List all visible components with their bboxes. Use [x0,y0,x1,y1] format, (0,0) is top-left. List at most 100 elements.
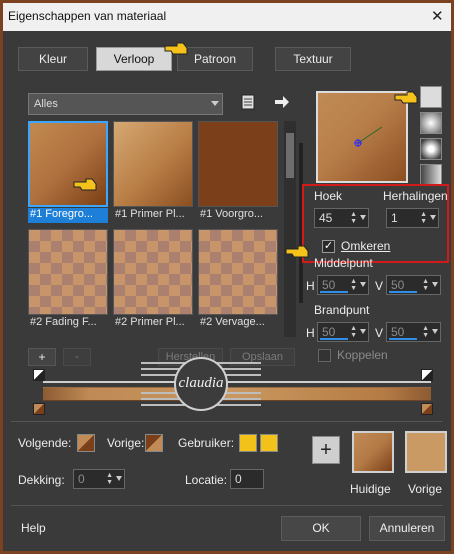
gebruiker-swatch-1[interactable] [239,434,257,452]
dekking-input[interactable]: 0 ▲ ▼ [73,469,125,489]
linear-style-button[interactable] [420,86,442,108]
tab-kleur[interactable]: Kleur [18,47,88,71]
list-item[interactable]: #1 Voorgro... [198,121,278,225]
add-to-swatches-button[interactable]: + [312,436,340,464]
gradient-thumbnail [198,229,278,315]
scrollbar-thumb[interactable] [286,133,294,178]
category-dropdown[interactable]: Alles [28,93,223,115]
chevron-down-icon[interactable] [360,215,366,220]
spin-arrows-icon[interactable]: ▲ ▼ [350,325,357,339]
remove-stop-button[interactable]: - [63,348,91,366]
add-stop-button[interactable]: + [28,348,56,366]
middelpunt-v-label: V [375,279,384,293]
brandpunt-h-label: H [306,326,315,340]
chevron-down-icon [211,101,219,106]
spin-arrows-icon[interactable]: ▲ ▼ [422,325,429,339]
ok-button[interactable]: OK [281,516,361,541]
koppelen-label: Koppelen [337,348,388,362]
chevron-down-icon[interactable] [432,282,438,287]
middelpunt-label: Middelpunt [314,256,373,270]
gebruiker-swatch-2[interactable] [260,434,278,452]
brandpunt-label: Brandpunt [314,303,370,317]
list-item[interactable]: #2 Vervage... [198,229,278,333]
vorige-material-label: Vorige [408,482,443,496]
spin-arrows-icon[interactable]: ▲ ▼ [420,211,427,225]
volgende-swatch[interactable] [77,434,95,452]
library-scrollbar[interactable] [284,121,296,337]
omkeren-checkbox[interactable]: ✓ [322,240,335,253]
help-link[interactable]: Help [21,521,46,535]
huidige-label: Huidige [350,482,391,496]
pointing-hand-icon [164,42,188,55]
list-item[interactable]: #2 Primer Pl... [113,229,193,333]
locatie-value: 0 [235,472,242,486]
chevron-down-icon[interactable] [360,329,366,334]
omkeren-label: Omkeren [341,239,391,253]
rectangular-style-button[interactable] [420,112,442,134]
watermark-logo: claudia [141,357,261,411]
brandpunt-v-label: V [375,326,384,340]
chevron-down-icon[interactable] [430,215,436,220]
vorige-label: Vorige: [107,436,145,450]
hoek-input[interactable]: 45 ▲ ▼ [314,208,369,228]
library-options-icon[interactable] [239,93,257,111]
gradient-thumbnail [198,121,278,207]
pointing-hand-icon [394,91,418,104]
gradient-direction-handle-icon[interactable] [348,121,388,151]
tab-verloop[interactable]: Verloop [96,47,172,71]
vorige-swatch[interactable] [145,434,163,452]
cancel-button[interactable]: Annuleren [369,516,445,541]
dekking-value: 0 [78,472,85,486]
window-title: Eigenschappen van materiaal [8,9,167,23]
hoek-label: Hoek [314,189,343,203]
tab-textuur[interactable]: Textuur [275,47,351,71]
middelpunt-h-input[interactable]: 50 ▲ ▼ [317,275,369,295]
radial-style-button[interactable] [420,138,442,160]
chevron-down-icon[interactable] [360,282,366,287]
gebruiker-label: Gebruiker: [178,436,235,450]
list-item[interactable]: #2 Fading F... [28,229,108,333]
chevron-down-icon[interactable] [116,476,122,481]
vorige-material-swatch[interactable] [405,431,447,473]
spin-arrows-icon[interactable]: ▲ ▼ [350,211,357,225]
value-bar [320,338,348,340]
category-value: Alles [34,98,58,110]
brandpunt-v-value: 50 [391,325,405,339]
herhalingen-input[interactable]: 1 ▲ ▼ [386,208,439,228]
herhalingen-label: Herhalingen [383,189,448,203]
brandpunt-h-value: 50 [322,325,336,339]
sunburst-style-button[interactable] [420,164,442,186]
arrow-right-icon[interactable] [273,93,291,111]
transparency-stop-right[interactable] [421,369,433,381]
brandpunt-v-input[interactable]: 50 ▲ ▼ [386,322,441,342]
chevron-down-icon[interactable] [432,329,438,334]
title-bar: Eigenschappen van materiaal ✕ [3,3,451,31]
pointing-hand-icon [73,178,97,191]
transparency-stop-left[interactable] [33,369,45,381]
koppelen-checkbox[interactable] [318,349,331,362]
gradient-thumbnail [28,229,108,315]
close-icon[interactable]: ✕ [431,7,444,25]
dekking-label: Dekking: [18,473,65,487]
list-item[interactable]: #1 Foregro... [28,121,108,225]
middelpunt-h-value: 50 [322,278,336,292]
gradient-name: #2 Primer Pl... [115,316,185,328]
spin-arrows-icon[interactable]: ▲ ▼ [350,278,357,292]
color-stop-left[interactable] [33,403,45,415]
gradient-name: #2 Fading F... [30,316,97,328]
gradient-thumbnail [28,121,108,207]
list-item[interactable]: #1 Primer Pl... [113,121,193,225]
spin-arrows-icon[interactable]: ▲ ▼ [106,472,113,486]
separator [11,421,443,422]
gradient-name: #2 Vervage... [200,316,265,328]
herhalingen-value: 1 [391,211,398,225]
gradient-name: #1 Primer Pl... [115,208,185,220]
separator [11,505,443,506]
huidige-swatch[interactable] [352,431,394,473]
spin-arrows-icon[interactable]: ▲ ▼ [422,278,429,292]
color-stop-right[interactable] [421,403,433,415]
middelpunt-v-input[interactable]: 50 ▲ ▼ [386,275,441,295]
brandpunt-h-input[interactable]: 50 ▲ ▼ [317,322,369,342]
locatie-input[interactable]: 0 [230,469,264,489]
hoek-value: 45 [319,211,333,225]
